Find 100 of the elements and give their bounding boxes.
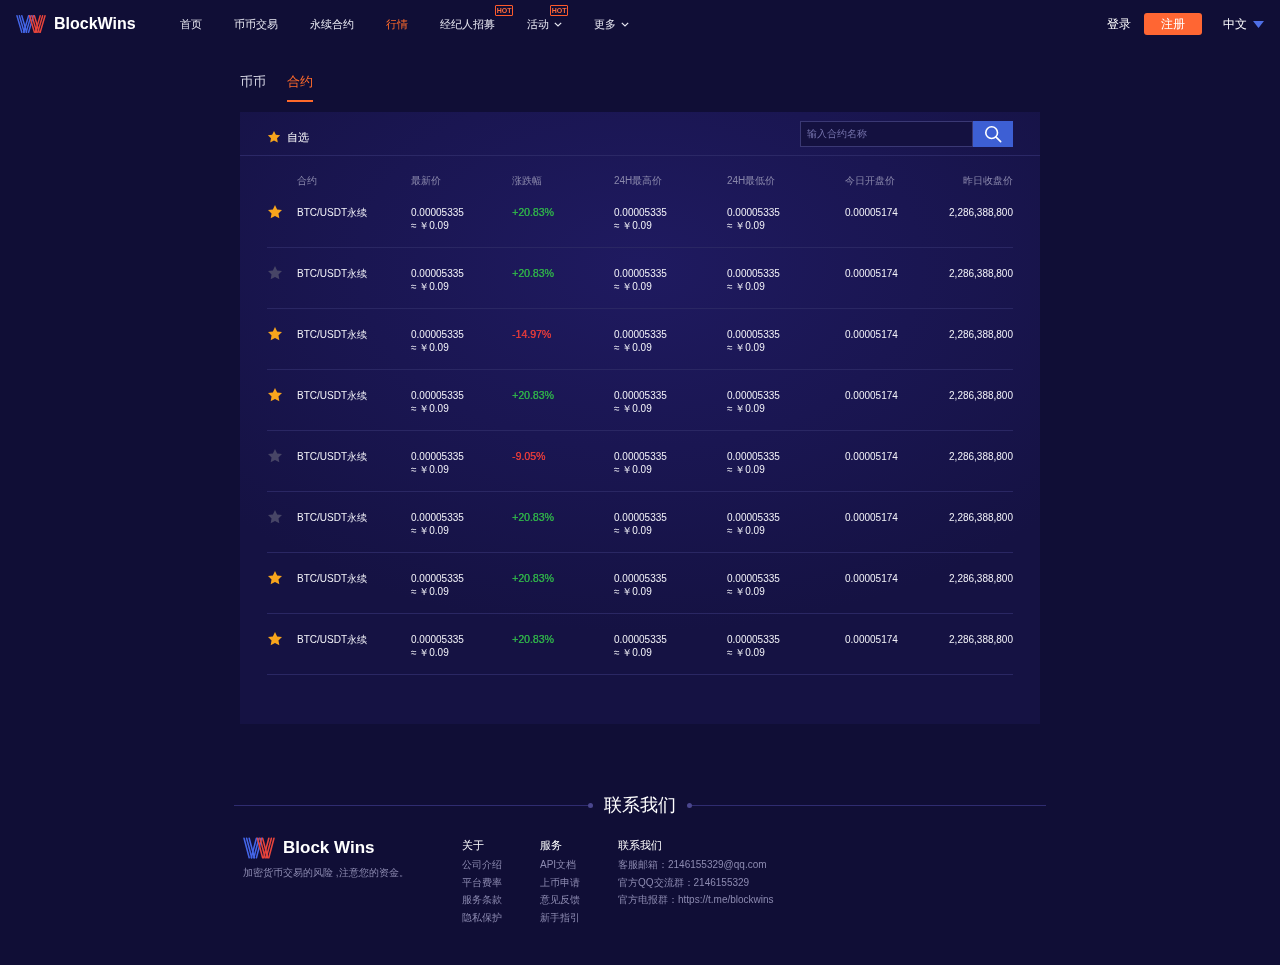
language-dropdown[interactable]: 中文 (1223, 15, 1264, 33)
contract-name: BTC/USDT永续 (297, 206, 368, 219)
open-price: 0.00005174 (845, 389, 898, 402)
cny-value: ≈ ￥0.09 (411, 646, 449, 659)
open-price: 0.00005174 (845, 206, 898, 219)
column-header: 今日开盘价 (845, 175, 896, 187)
star-icon[interactable] (267, 204, 283, 220)
nav-item[interactable]: 币币交易 (233, 16, 278, 32)
price-value: 0.00005335 (614, 389, 667, 402)
cny-value: ≈ ￥0.09 (614, 585, 652, 598)
brand-name: BlockWins (54, 15, 136, 33)
column-heading: 关于 (462, 838, 484, 852)
price-value: 0.00005335 (727, 389, 780, 402)
nav-item[interactable]: 更多 (593, 16, 629, 32)
column-header: 24H最低价 (727, 175, 777, 187)
nav-item[interactable]: 经纪人招募 (439, 16, 495, 32)
footer-title: 联系我们 (604, 794, 676, 817)
cny-value: ≈ ￥0.09 (614, 402, 652, 415)
close-price: 2,286,388,800 (949, 267, 1013, 280)
price-value: 0.00005335 (727, 267, 780, 280)
star-icon[interactable] (267, 387, 283, 403)
cny-value: ≈ ￥0.09 (727, 280, 765, 293)
price-value: 0.00005335 (727, 511, 780, 524)
chevron-down-icon (553, 21, 562, 27)
star-icon[interactable] (267, 265, 283, 281)
cny-value: ≈ ￥0.09 (614, 280, 652, 293)
star-icon[interactable] (267, 509, 283, 525)
triangle-down-icon (1253, 20, 1264, 28)
cny-value: ≈ ￥0.09 (727, 524, 765, 537)
contract-name: BTC/USDT永续 (297, 633, 368, 646)
open-price: 0.00005174 (845, 572, 898, 585)
footer-link[interactable]: 公司介绍 (462, 856, 502, 874)
tagline-text: 加密货币交易的风险 ,注意您的资金。 (243, 867, 410, 879)
close-price: 2,286,388,800 (949, 450, 1013, 463)
dot-icon (588, 802, 593, 808)
cny-value: ≈ ￥0.09 (614, 341, 652, 354)
chevron-down-icon (620, 21, 629, 27)
cny-value: ≈ ￥0.09 (727, 402, 765, 415)
star-icon[interactable] (267, 631, 283, 647)
change-value: +20.83% (512, 389, 554, 402)
change-value: +20.83% (512, 267, 554, 280)
open-price: 0.00005174 (845, 328, 898, 341)
contract-name: BTC/USDT永续 (297, 328, 368, 341)
footer-link[interactable]: 新手指引 (540, 908, 580, 926)
open-price: 0.00005174 (845, 267, 898, 280)
price-value: 0.00005335 (411, 328, 464, 341)
price-value: 0.00005335 (727, 633, 780, 646)
login-link[interactable]: 登录 (1107, 15, 1131, 33)
market-tab[interactable]: 币币 (240, 72, 266, 102)
search-icon (984, 124, 1002, 143)
nav-item[interactable]: 行情 (385, 16, 408, 32)
price-value: 0.00005335 (411, 389, 464, 402)
cny-value: ≈ ￥0.09 (411, 524, 449, 537)
nav-item[interactable]: 首页 (179, 16, 202, 32)
close-price: 2,286,388,800 (949, 633, 1013, 646)
star-icon[interactable] (267, 326, 283, 342)
close-price: 2,286,388,800 (949, 572, 1013, 585)
contract-name: BTC/USDT永续 (297, 572, 368, 585)
price-value: 0.00005335 (614, 328, 667, 341)
price-value: 0.00005335 (614, 633, 667, 646)
favorites-filter[interactable]: 自选 (267, 129, 309, 145)
cny-value: ≈ ￥0.09 (614, 463, 652, 476)
price-value: 0.00005335 (614, 572, 667, 585)
footer-link[interactable]: 服务条款 (462, 891, 502, 909)
price-value: 0.00005335 (411, 511, 464, 524)
change-value: -14.97% (512, 328, 552, 341)
search-field[interactable]: 输入合约名称 (800, 120, 973, 147)
cny-value: ≈ ￥0.09 (727, 341, 765, 354)
star-icon[interactable] (267, 570, 283, 586)
footer-link[interactable]: 隐私保护 (462, 908, 502, 926)
cny-value: ≈ ￥0.09 (411, 463, 449, 476)
star-icon (267, 130, 281, 144)
close-price: 2,286,388,800 (949, 328, 1013, 341)
change-value: +20.83% (512, 206, 554, 219)
brand-name: Block Wins (283, 838, 375, 858)
footer-link[interactable]: 平台费率 (462, 873, 502, 891)
star-icon[interactable] (267, 448, 283, 464)
market-tab[interactable]: 合约 (287, 72, 313, 102)
footer-link[interactable]: API文档 (540, 856, 577, 874)
search-button[interactable] (973, 120, 1013, 147)
cny-value: ≈ ￥0.09 (727, 585, 765, 598)
price-value: 0.00005335 (411, 450, 464, 463)
cny-value: ≈ ￥0.09 (411, 280, 449, 293)
contract-name: BTC/USDT永续 (297, 511, 368, 524)
price-value: 0.00005335 (411, 633, 464, 646)
nav-item[interactable]: 永续合约 (309, 16, 354, 32)
contact-text: 官方电报群：https://t.me/blockwins (618, 893, 774, 907)
open-price: 0.00005174 (845, 511, 898, 524)
column-header: 合约 (297, 175, 318, 187)
footer-link[interactable]: 意见反馈 (540, 891, 580, 909)
price-value: 0.00005335 (411, 572, 464, 585)
nav-item[interactable]: 活动 (526, 16, 562, 32)
change-value: +20.83% (512, 633, 554, 646)
cny-value: ≈ ￥0.09 (411, 585, 449, 598)
column-heading: 服务 (540, 838, 562, 852)
cny-value: ≈ ￥0.09 (727, 463, 765, 476)
footer-link[interactable]: 上币申请 (540, 873, 580, 891)
logo-icon (16, 13, 46, 35)
cny-value: ≈ ￥0.09 (411, 219, 449, 232)
price-value: 0.00005335 (727, 572, 780, 585)
